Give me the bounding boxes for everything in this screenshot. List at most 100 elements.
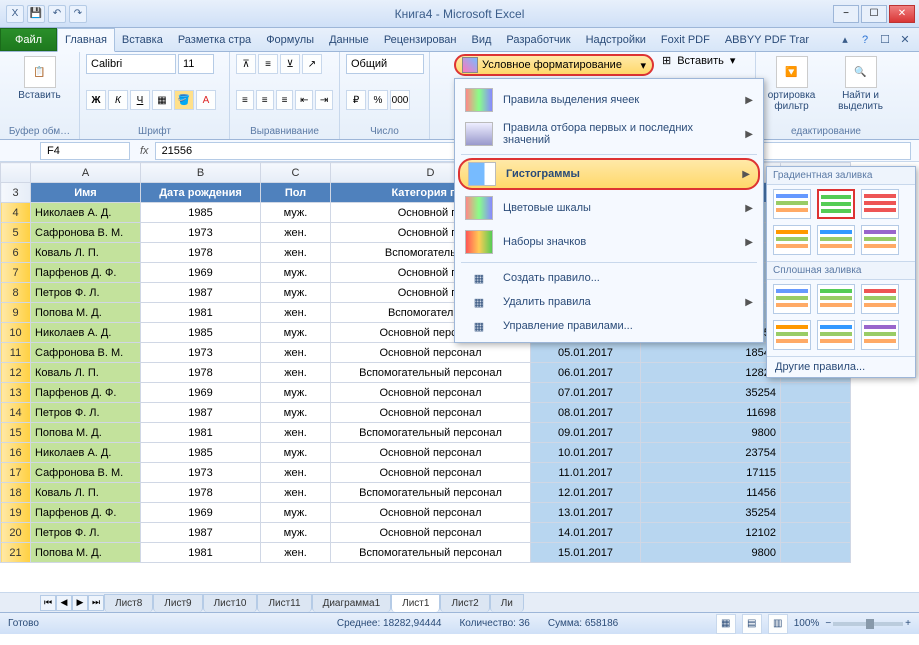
- cell[interactable]: 09.01.2017: [531, 423, 641, 443]
- sheet-nav-next[interactable]: ▶: [72, 595, 88, 611]
- menu-data-bars[interactable]: Гистограммы▶: [458, 158, 760, 190]
- cell[interactable]: [781, 403, 851, 423]
- cell[interactable]: 1987: [141, 523, 261, 543]
- row-header[interactable]: 12: [1, 363, 31, 383]
- cell[interactable]: жен.: [261, 543, 331, 563]
- cell[interactable]: Николаев А. Д.: [31, 203, 141, 223]
- align-center-button[interactable]: ≡: [256, 90, 274, 110]
- cell[interactable]: муж.: [261, 443, 331, 463]
- databar-swatch[interactable]: [861, 225, 899, 255]
- close-button[interactable]: ✕: [889, 5, 915, 23]
- help-icon[interactable]: ?: [857, 32, 873, 48]
- cell[interactable]: Николаев А. Д.: [31, 323, 141, 343]
- cell[interactable]: Основной персонал: [331, 403, 531, 423]
- align-left-button[interactable]: ≡: [236, 90, 254, 110]
- databar-swatch[interactable]: [817, 225, 855, 255]
- cell[interactable]: 07.01.2017: [531, 383, 641, 403]
- align-middle-button[interactable]: ≡: [258, 54, 278, 74]
- databar-swatch[interactable]: [773, 284, 811, 314]
- cell[interactable]: 9800: [641, 423, 781, 443]
- cell[interactable]: 14.01.2017: [531, 523, 641, 543]
- underline-button[interactable]: Ч: [130, 90, 150, 110]
- cell[interactable]: 1987: [141, 283, 261, 303]
- font-size-combo[interactable]: 11: [178, 54, 214, 74]
- tab-abbyy[interactable]: ABBYY PDF Trar: [718, 28, 817, 51]
- cell[interactable]: Петров Ф. Л.: [31, 403, 141, 423]
- cell[interactable]: Коваль Л. П.: [31, 483, 141, 503]
- cell[interactable]: 17115: [641, 463, 781, 483]
- cell[interactable]: 23754: [641, 443, 781, 463]
- cell[interactable]: Сафронова В. М.: [31, 343, 141, 363]
- tab-data[interactable]: Данные: [322, 28, 377, 51]
- cell[interactable]: Петров Ф. Л.: [31, 283, 141, 303]
- cell[interactable]: Сафронова В. М.: [31, 223, 141, 243]
- cell[interactable]: 08.01.2017: [531, 403, 641, 423]
- cell[interactable]: 1969: [141, 383, 261, 403]
- cell[interactable]: Сафронова В. М.: [31, 463, 141, 483]
- percent-button[interactable]: %: [368, 90, 388, 110]
- cell[interactable]: муж.: [261, 263, 331, 283]
- cell[interactable]: 1973: [141, 223, 261, 243]
- row-header[interactable]: 14: [1, 403, 31, 423]
- databar-swatch[interactable]: [773, 189, 811, 219]
- cell[interactable]: 1978: [141, 483, 261, 503]
- cell[interactable]: [781, 423, 851, 443]
- column-header[interactable]: C: [261, 163, 331, 183]
- align-right-button[interactable]: ≡: [276, 90, 294, 110]
- sheet-tab[interactable]: Лист2: [440, 594, 489, 612]
- cell[interactable]: 1978: [141, 363, 261, 383]
- cell[interactable]: [781, 463, 851, 483]
- cell[interactable]: муж.: [261, 403, 331, 423]
- tab-home[interactable]: Главная: [57, 28, 115, 52]
- row-header[interactable]: 21: [1, 543, 31, 563]
- name-box[interactable]: F4: [40, 142, 130, 160]
- cell[interactable]: Парфенов Д. Ф.: [31, 503, 141, 523]
- border-button[interactable]: ▦: [152, 90, 172, 110]
- paste-button[interactable]: 📋 Вставить: [6, 54, 73, 103]
- minimize-button[interactable]: −: [833, 5, 859, 23]
- cell[interactable]: 12102: [641, 523, 781, 543]
- cell[interactable]: 11698: [641, 403, 781, 423]
- conditional-formatting-button[interactable]: Условное форматирование ▾: [454, 54, 654, 76]
- cell[interactable]: Основной персонал: [331, 443, 531, 463]
- align-bottom-button[interactable]: ⊻: [280, 54, 300, 74]
- databar-swatch[interactable]: [773, 320, 811, 350]
- sheet-tab[interactable]: Лист9: [153, 594, 202, 612]
- cell[interactable]: [781, 503, 851, 523]
- sheet-tab[interactable]: Лист10: [203, 594, 258, 612]
- tab-developer[interactable]: Разработчик: [499, 28, 578, 51]
- tab-formulas[interactable]: Формулы: [259, 28, 322, 51]
- menu-clear-rules[interactable]: ▦Удалить правила▶: [455, 290, 763, 314]
- cell[interactable]: Основной персонал: [331, 343, 531, 363]
- cell[interactable]: 35254: [641, 383, 781, 403]
- menu-highlight-rules[interactable]: Правила выделения ячеек▶: [455, 83, 763, 117]
- cell[interactable]: жен.: [261, 343, 331, 363]
- header-cell[interactable]: Пол: [261, 183, 331, 203]
- header-cell[interactable]: Дата рождения: [141, 183, 261, 203]
- file-tab[interactable]: Файл: [0, 28, 57, 51]
- cell[interactable]: жен.: [261, 483, 331, 503]
- cell[interactable]: 1969: [141, 263, 261, 283]
- zoom-slider[interactable]: −+: [825, 618, 911, 629]
- cell[interactable]: Основной персонал: [331, 383, 531, 403]
- cell[interactable]: [781, 543, 851, 563]
- cell[interactable]: Парфенов Д. Ф.: [31, 383, 141, 403]
- tab-review[interactable]: Рецензирован: [377, 28, 465, 51]
- cell[interactable]: 1981: [141, 303, 261, 323]
- cell[interactable]: 1981: [141, 543, 261, 563]
- row-header[interactable]: 10: [1, 323, 31, 343]
- cell[interactable]: 18546: [641, 343, 781, 363]
- window-close-icon[interactable]: ✕: [897, 32, 913, 48]
- row-header[interactable]: 18: [1, 483, 31, 503]
- cell[interactable]: Основной персонал: [331, 503, 531, 523]
- cell[interactable]: Основной персонал: [331, 463, 531, 483]
- tab-view[interactable]: Вид: [465, 28, 500, 51]
- number-format-combo[interactable]: Общий: [346, 54, 424, 74]
- minimize-ribbon-icon[interactable]: ▴: [837, 32, 853, 48]
- menu-icon-sets[interactable]: Наборы значков▶: [455, 225, 763, 259]
- sort-filter-button[interactable]: 🔽ортировка фильтр: [762, 54, 821, 114]
- cell[interactable]: Попова М. Д.: [31, 543, 141, 563]
- row-header[interactable]: 13: [1, 383, 31, 403]
- sheet-tab[interactable]: Лист1: [391, 594, 440, 612]
- cell[interactable]: Вспомогательный персонал: [331, 543, 531, 563]
